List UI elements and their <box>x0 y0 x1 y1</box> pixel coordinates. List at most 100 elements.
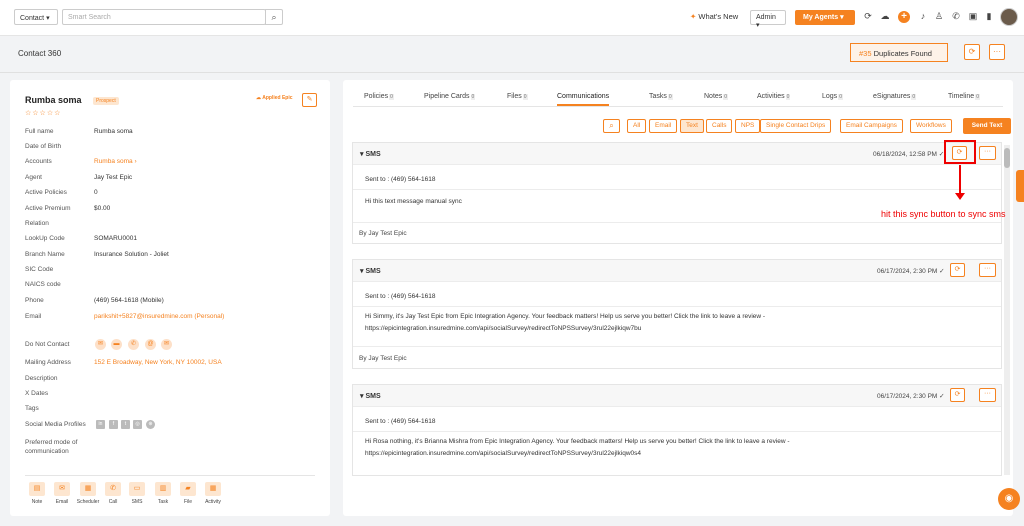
email-link[interactable]: parikshit+5827@insuredmine.com (Personal… <box>94 313 224 320</box>
module-select[interactable]: Contact ▾ <box>14 9 58 25</box>
avatar[interactable] <box>1000 8 1018 26</box>
search-icon[interactable]: ⌕ <box>603 119 620 133</box>
tab-pipeline-cards[interactable]: Pipeline Cards 0 <box>424 93 476 100</box>
admin-select[interactable]: Admin ▾ <box>750 10 786 29</box>
linkedin-icon[interactable]: in <box>96 420 105 429</box>
smart-search-input[interactable]: Smart Search <box>62 9 266 25</box>
divider <box>353 306 1001 307</box>
chip-icon[interactable]: ▣ <box>967 11 979 23</box>
sms-card: ▾ SMS 06/17/2024, 2:30 PM ✓ ⟳ ··· Sent t… <box>352 259 1002 369</box>
do-not-contact-label: Do Not Contact <box>25 341 70 348</box>
sms-card: ▾ SMS 06/17/2024, 2:30 PM ✓ ⟳ ··· Sent t… <box>352 384 1002 476</box>
filter-single-contact-drips[interactable]: Single Contact Drips <box>760 119 832 133</box>
field-label: Relation <box>25 220 49 227</box>
divider <box>353 431 1001 432</box>
sms-title[interactable]: ▾ SMS <box>360 267 381 275</box>
field-label: Tags <box>25 405 39 412</box>
side-feedback-tab[interactable] <box>1016 170 1024 202</box>
sms-date: 06/17/2024, 2:30 PM ✓ <box>877 393 945 400</box>
facebook-icon[interactable]: f <box>109 420 118 429</box>
accounts-link[interactable]: Rumba soma › <box>94 158 137 165</box>
user-icon[interactable]: ♙ <box>933 11 945 23</box>
sms-card: ▾ SMS 06/18/2024, 12:58 PM ✓ ⟳ ··· Sent … <box>352 142 1002 244</box>
more-button[interactable]: ··· <box>979 388 996 402</box>
sms-icon: ▭ <box>129 482 145 496</box>
divider <box>353 189 1001 190</box>
address-link[interactable]: 152 E Broadway, New York, NY 10002, USA <box>94 359 222 366</box>
bell-icon[interactable]: ♪ <box>917 11 929 23</box>
activity-icon: ▦ <box>205 482 221 496</box>
my-agents-button[interactable]: My Agents ▾ <box>795 10 855 25</box>
field-value: Rumba soma <box>94 128 133 135</box>
status-badge: Prospect <box>93 97 119 105</box>
sync-button[interactable]: ⟳ <box>950 388 965 402</box>
search-icon[interactable]: ⌕ <box>265 9 283 25</box>
filter-calls[interactable]: Calls <box>706 119 733 133</box>
divider <box>353 346 1001 347</box>
tab-logs[interactable]: Logs 0 <box>822 93 843 100</box>
twitter-icon[interactable]: t <box>121 420 130 429</box>
field-label: Branch Name <box>25 251 65 258</box>
sms-date: 06/18/2024, 12:58 PM ✓ <box>873 151 945 158</box>
chat-icon[interactable]: ◉ <box>998 488 1020 510</box>
sms-date: 06/17/2024, 2:30 PM ✓ <box>877 268 945 275</box>
edit-icon[interactable]: ✎ <box>302 93 317 107</box>
tab-activities[interactable]: Activities 0 <box>757 93 791 100</box>
note-icon: ▤ <box>29 482 45 496</box>
tab-tasks[interactable]: Tasks 0 <box>649 93 673 100</box>
cloud-icon[interactable]: ☁ <box>879 11 891 23</box>
add-icon[interactable]: + <box>898 11 910 23</box>
send-text-button[interactable]: Send Text <box>963 118 1011 134</box>
field-value: $0.00 <box>94 205 111 212</box>
more-button[interactable]: ··· <box>979 146 996 160</box>
refresh-icon[interactable]: ⟳ <box>862 11 874 23</box>
annotation-highlight-box <box>944 140 976 164</box>
filter-email-campaigns[interactable]: Email Campaigns <box>840 119 903 133</box>
trash-icon[interactable]: ▮ <box>983 11 995 23</box>
task-icon: ▥ <box>155 482 171 496</box>
filter-email[interactable]: Email <box>649 119 678 133</box>
more-icon[interactable]: ··· <box>989 44 1005 60</box>
scrollbar-thumb[interactable] <box>1004 148 1010 168</box>
field-label: Date of Birth <box>25 143 62 150</box>
email-icon[interactable]: ✉ <box>95 339 106 350</box>
at-icon[interactable]: @ <box>145 339 156 350</box>
tab-files[interactable]: Files 0 <box>507 93 528 100</box>
whats-new-link[interactable]: ✦ What's New <box>690 12 738 21</box>
field-label: Active Premium <box>25 205 71 212</box>
duplicates-found-button[interactable]: #35 Duplicates Found <box>850 43 948 62</box>
scrollbar[interactable] <box>1004 145 1010 475</box>
field-label: Accounts <box>25 158 52 165</box>
tab-notes[interactable]: Notes 0 <box>704 93 729 100</box>
mail-icon[interactable]: ✉ <box>161 339 172 350</box>
filter-nps[interactable]: NPS <box>735 119 761 133</box>
annotation-arrow <box>959 165 961 195</box>
field-value: Jay Test Epic <box>94 174 133 181</box>
phone-icon[interactable]: ✆ <box>128 339 139 350</box>
annotation-text: hit this sync button to sync sms <box>881 209 1006 219</box>
phone-icon[interactable]: ✆ <box>950 11 962 23</box>
field-label: Full name <box>25 128 54 135</box>
folder-icon: ▰ <box>180 482 196 496</box>
field-label: LookUp Code <box>25 235 65 242</box>
sms-title[interactable]: ▾ SMS <box>360 150 381 158</box>
filter-all[interactable]: All <box>627 119 647 133</box>
filter-text[interactable]: Text <box>680 119 704 133</box>
tab-esignatures[interactable]: eSignatures 0 <box>873 93 917 100</box>
email-icon: ✉ <box>54 482 70 496</box>
sms-title[interactable]: ▾ SMS <box>360 392 381 400</box>
globe-icon[interactable]: ⊕ <box>146 420 155 429</box>
rating-stars[interactable]: ☆☆☆☆☆ <box>25 109 61 117</box>
activity-action-button[interactable]: ▦ Activity <box>198 482 228 505</box>
message-icon[interactable]: ▬ <box>111 339 122 350</box>
more-button[interactable]: ··· <box>979 263 996 277</box>
tab-communications[interactable]: Communications <box>557 93 610 106</box>
contact-name: Rumba soma <box>25 95 82 105</box>
sync-button[interactable]: ⟳ <box>950 263 965 277</box>
instagram-icon[interactable]: ◎ <box>133 420 142 429</box>
refresh-icon[interactable]: ⟳ <box>964 44 980 60</box>
tab-timeline[interactable]: Timeline 0 <box>948 93 980 100</box>
field-label: Social Media Profiles <box>25 421 86 428</box>
filter-workflows[interactable]: Workflows <box>910 119 952 133</box>
tab-policies[interactable]: Policies 0 <box>364 93 394 100</box>
